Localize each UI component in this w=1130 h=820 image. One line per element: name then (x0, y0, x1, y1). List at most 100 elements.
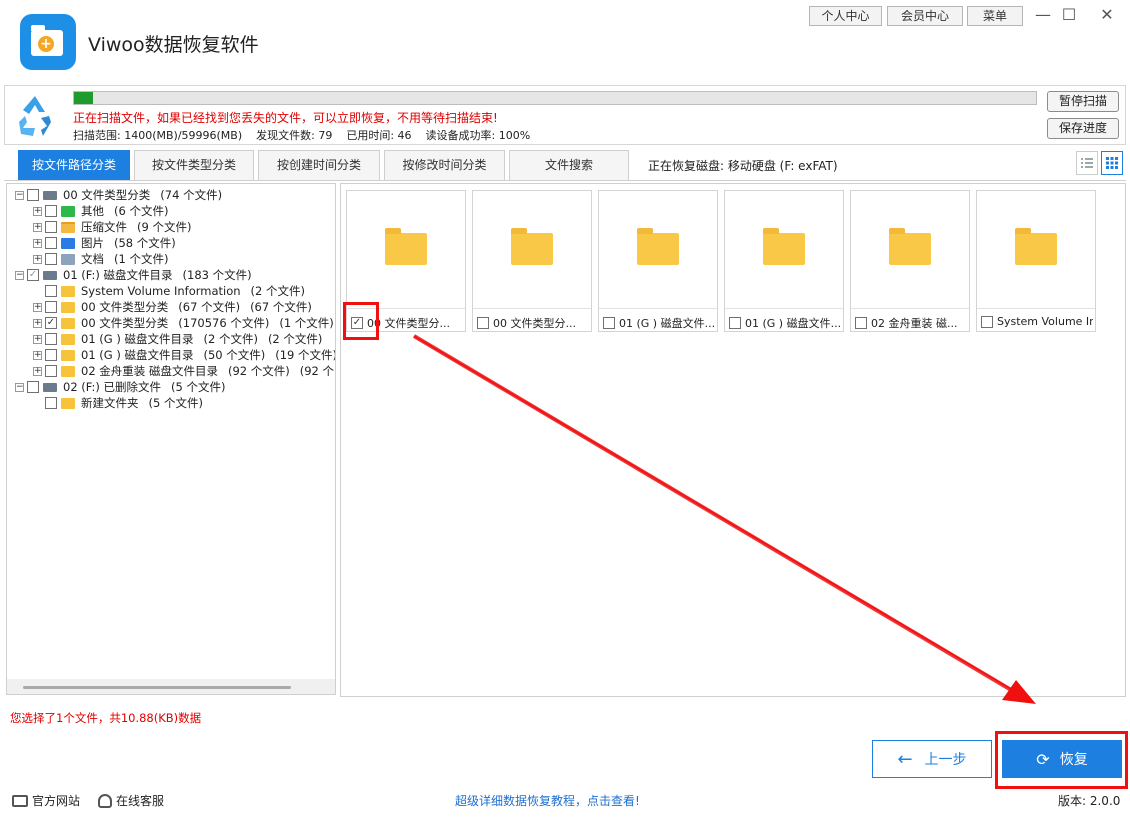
scan-range: 扫描范围: 1400(MB)/59996(MB) (73, 129, 243, 142)
save-progress-button[interactable]: 保存进度 (1047, 118, 1119, 139)
selection-info: 您选择了1个文件，共10.88(KB)数据 (10, 711, 202, 725)
tab-file-search[interactable]: 文件搜索 (509, 150, 629, 180)
archive-icon (61, 221, 75, 233)
pause-scan-button[interactable]: 暂停扫描 (1047, 91, 1119, 112)
tree-item[interactable]: − 02 (F:) 已删除文件 (5 个文件) (15, 379, 225, 395)
read-success-rate: 读设备成功率: 100% (425, 129, 531, 142)
tree-checkbox[interactable] (27, 189, 39, 201)
document-icon (61, 253, 75, 265)
folder-icon (61, 397, 75, 409)
recover-highlight-box (995, 731, 1128, 789)
tree-item[interactable]: + ✓ 00 文件类型分类 (170576 个文件) (1 个文件) (33, 315, 334, 331)
tree-item[interactable]: + 压缩文件 (9 个文件) (33, 219, 191, 235)
monitor-icon (12, 794, 28, 807)
scan-panel: 正在扫描文件，如果已经找到您丢失的文件，可以立即恢复，不用等待扫描结束! 扫描范… (4, 85, 1126, 145)
tree-item[interactable]: − 00 文件类型分类 (74 个文件) (15, 187, 222, 203)
tree-item[interactable]: + 文档 (1 个文件) (33, 251, 168, 267)
tree-item[interactable]: − ✓ 01 (F:) 磁盘文件目录 (183 个文件) (15, 267, 252, 283)
folder-icon (61, 333, 75, 345)
file-grid: ✓ 00 文件类型分... 00 文件类型分... 01 (G ) 磁盘文件...… (340, 183, 1126, 697)
folder-card[interactable]: 01 (G ) 磁盘文件... (724, 190, 844, 332)
card-checkbox[interactable] (855, 317, 867, 329)
tree-checkbox[interactable] (27, 381, 39, 393)
grid-view-icon[interactable] (1101, 151, 1123, 175)
tree-item[interactable]: + 02 金舟重装 磁盘文件目录 (92 个文件) (92 个 (33, 363, 334, 379)
card-checkbox[interactable] (603, 317, 615, 329)
elapsed-time: 已用时间: 46 (346, 129, 412, 142)
tree-checkbox[interactable] (45, 301, 57, 313)
recycle-icon (19, 96, 51, 136)
tree-item[interactable]: + 图片 (58 个文件) (33, 235, 176, 251)
tree-checkbox[interactable] (45, 221, 57, 233)
app-logo: + (20, 14, 76, 70)
minimize-icon[interactable]: — (1032, 4, 1054, 26)
checkbox-highlight-box (343, 302, 379, 340)
drive-icon (43, 382, 57, 392)
tree-checkbox[interactable] (45, 205, 57, 217)
folder-icon (61, 285, 75, 297)
online-service-link[interactable]: 在线客服 (98, 792, 164, 809)
card-checkbox[interactable] (477, 317, 489, 329)
disk-info: 正在恢复磁盘: 移动硬盘 (F: exFAT) (648, 159, 838, 173)
folder-card[interactable]: 02 金舟重装 磁... (850, 190, 970, 332)
folder-card[interactable]: System Volume In... (976, 190, 1096, 332)
scan-message: 正在扫描文件，如果已经找到您丢失的文件，可以立即恢复，不用等待扫描结束! (73, 111, 498, 125)
tree-item[interactable]: + 01 (G ) 磁盘文件目录 (2 个文件) (2 个文件) (33, 331, 322, 347)
tree-checkbox[interactable] (45, 285, 57, 297)
card-checkbox[interactable] (729, 317, 741, 329)
folder-icon (763, 228, 805, 265)
image-icon (61, 237, 75, 249)
app-title: Viwoo数据恢复软件 (88, 34, 259, 56)
folder-icon (889, 228, 931, 265)
tree-item[interactable]: + 00 文件类型分类 (67 个文件) (67 个文件) (33, 299, 312, 315)
back-button[interactable]: ← 上一步 (872, 740, 992, 778)
folder-icon (61, 317, 75, 329)
version-label: 版本: 2.0.0 (1058, 794, 1121, 808)
folder-icon (511, 228, 553, 265)
tab-by-modified-time[interactable]: 按修改时间分类 (384, 150, 505, 180)
folder-icon (61, 349, 75, 361)
arrow-left-icon: ← (897, 748, 913, 770)
list-view-icon[interactable] (1076, 151, 1098, 175)
maximize-icon[interactable]: ☐ (1058, 4, 1080, 26)
folder-card[interactable]: 00 文件类型分... (472, 190, 592, 332)
tree-scrollbar-track[interactable] (7, 679, 335, 694)
tree-item[interactable]: + 01 (G ) 磁盘文件目录 (50 个文件) (19 个文件) (33, 347, 335, 363)
tree-checkbox[interactable]: ✓ (45, 317, 57, 329)
scan-stats: 扫描范围: 1400(MB)/59996(MB) 发现文件数: 79 已用时间:… (73, 127, 530, 143)
tab-by-created-time[interactable]: 按创建时间分类 (258, 150, 380, 180)
tree-checkbox[interactable] (45, 253, 57, 265)
close-icon[interactable]: ✕ (1096, 4, 1118, 26)
folder-icon (385, 228, 427, 265)
tree-checkbox[interactable] (45, 237, 57, 249)
folder-icon (61, 301, 75, 313)
files-found: 发现文件数: 79 (256, 129, 333, 142)
personal-center-button[interactable]: 个人中心 (809, 6, 882, 26)
folder-icon (1015, 228, 1057, 265)
folder-card[interactable]: 01 (G ) 磁盘文件... (598, 190, 718, 332)
tab-by-path[interactable]: 按文件路径分类 (18, 150, 130, 180)
headset-icon (98, 793, 112, 808)
folder-icon (637, 228, 679, 265)
scan-progress-bar (73, 91, 1037, 105)
tab-by-type[interactable]: 按文件类型分类 (134, 150, 254, 180)
tree-checkbox[interactable] (45, 397, 57, 409)
tree-item[interactable]: 新建文件夹 (5 个文件) (45, 395, 203, 411)
tree-item[interactable]: + 其他 (6 个文件) (33, 203, 168, 219)
folder-green-icon (61, 205, 75, 217)
folder-icon (61, 365, 75, 377)
tree-checkbox[interactable] (45, 333, 57, 345)
menu-button[interactable]: 菜单 (967, 6, 1023, 26)
tree-checkbox[interactable] (45, 365, 57, 377)
title-bar: + Viwoo数据恢复软件 个人中心 会员中心 菜单 — ☐ ✕ (0, 0, 1130, 84)
tree-item[interactable]: System Volume Information (2 个文件) (45, 283, 305, 299)
card-checkbox[interactable] (981, 315, 993, 328)
tutorial-link[interactable]: 超级详细数据恢复教程，点击查看! (455, 792, 640, 809)
horizontal-scrollbar[interactable] (23, 686, 291, 689)
official-site-link[interactable]: 官方网站 (12, 792, 80, 809)
tree-checkbox[interactable] (45, 349, 57, 361)
member-center-button[interactable]: 会员中心 (887, 6, 963, 26)
folder-tree: − 00 文件类型分类 (74 个文件) + 其他 (6 个文件) + 压缩文件 (9… (6, 183, 336, 695)
tree-checkbox[interactable]: ✓ (27, 269, 39, 281)
drive-icon (43, 270, 57, 280)
